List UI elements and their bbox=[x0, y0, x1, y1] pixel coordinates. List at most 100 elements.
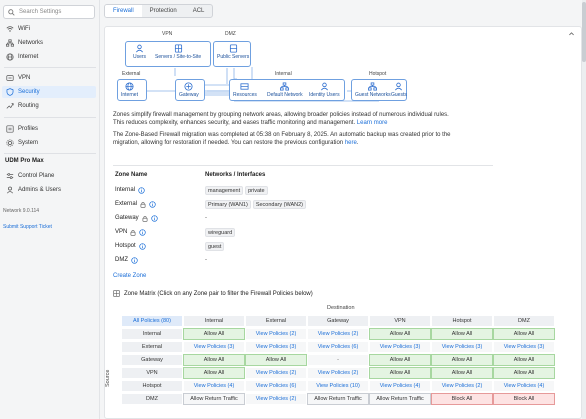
info-icon[interactable] bbox=[131, 256, 138, 264]
all-policies-button[interactable]: All Policies (80) bbox=[121, 315, 183, 327]
network-tag: management bbox=[205, 185, 244, 195]
matrix-cell-allow-all[interactable]: Allow All bbox=[493, 328, 555, 340]
sidebar-item-label: Internet bbox=[18, 54, 39, 60]
node-label: Guest Networks bbox=[355, 92, 391, 98]
zone-row[interactable]: DMZ - bbox=[115, 254, 495, 266]
zone-name-text: DMZ bbox=[115, 257, 128, 263]
create-zone-link[interactable]: Create Zone bbox=[113, 273, 146, 279]
matrix-row-header: DMZ bbox=[121, 393, 183, 405]
matrix-cell-allow-return[interactable]: Allow Return Traffic bbox=[369, 393, 431, 405]
sidebar-item-networks[interactable]: Networks bbox=[2, 37, 96, 49]
migration-text: The Zone-Based Firewall migration was co… bbox=[113, 131, 473, 147]
matrix-cell-view-policies[interactable]: View Policies (4) bbox=[369, 380, 431, 392]
matrix-cell-view-policies[interactable]: View Policies (10) bbox=[307, 380, 369, 392]
matrix-cell-block-all[interactable]: Block All bbox=[493, 393, 555, 405]
matrix-cell-allow-return[interactable]: Allow Return Traffic bbox=[307, 393, 369, 405]
matrix-column-header: External bbox=[245, 315, 307, 327]
destination-label: Destination bbox=[327, 305, 355, 311]
matrix-cell-view-policies[interactable]: View Policies (6) bbox=[307, 341, 369, 353]
zone-row[interactable]: VPN wireguard bbox=[115, 226, 495, 238]
node-label: Default Network bbox=[267, 92, 303, 98]
zone-row[interactable]: Hotspot guest bbox=[115, 240, 495, 252]
matrix-cell-allow-all[interactable]: Allow All bbox=[183, 367, 245, 379]
sidebar-item-label: Control Plane bbox=[18, 173, 55, 179]
info-icon[interactable] bbox=[151, 214, 158, 222]
matrix-cell-allow-all[interactable]: Allow All bbox=[245, 354, 307, 366]
sidebar-item-security[interactable]: Security bbox=[2, 86, 96, 98]
sidebar-item-profiles[interactable]: Profiles bbox=[2, 123, 96, 135]
sidebar-item-routing[interactable]: Routing bbox=[2, 100, 96, 112]
matrix-cell-allow-return[interactable]: Allow Return Traffic bbox=[183, 393, 245, 405]
restore-here-link[interactable]: here bbox=[345, 140, 357, 146]
search-input[interactable]: Search Settings bbox=[3, 5, 95, 19]
tab-firewall[interactable]: Firewall bbox=[105, 5, 142, 17]
support-ticket-link[interactable]: Submit Support Ticket bbox=[3, 224, 52, 230]
info-icon[interactable] bbox=[138, 186, 145, 194]
matrix-cell-allow-all[interactable]: Allow All bbox=[369, 354, 431, 366]
matrix-cell-allow-all[interactable]: Allow All bbox=[369, 367, 431, 379]
source-label: Source bbox=[105, 369, 111, 387]
scrollbar[interactable] bbox=[582, 0, 586, 419]
matrix-column-header: Internal bbox=[183, 315, 245, 327]
sidebar-item-label: Networks bbox=[18, 40, 44, 46]
matrix-cell-view-policies[interactable]: View Policies (2) bbox=[307, 328, 369, 340]
matrix-cell-view-policies[interactable]: View Policies (2) bbox=[245, 393, 307, 405]
matrix-cell-view-policies[interactable]: View Policies (3) bbox=[245, 341, 307, 353]
zone-name: Hotspot bbox=[115, 242, 205, 250]
intro-text: Zones simplify firewall management by gr… bbox=[113, 111, 473, 127]
zone-row[interactable]: External Primary (WAN1) Secondary (WAN2) bbox=[115, 198, 495, 210]
version-text: Network 9.0.114 bbox=[3, 208, 40, 214]
matrix-cell-allow-all[interactable]: Allow All bbox=[431, 328, 493, 340]
matrix-cell-view-policies[interactable]: View Policies (2) bbox=[245, 367, 307, 379]
matrix-cell-allow-all[interactable]: Allow All bbox=[493, 354, 555, 366]
matrix-cell-view-policies[interactable]: View Policies (3) bbox=[369, 341, 431, 353]
tab-acl[interactable]: ACL bbox=[185, 5, 213, 17]
info-icon[interactable] bbox=[149, 200, 156, 208]
matrix-cell-block-all[interactable]: Block All bbox=[431, 393, 493, 405]
matrix-cell-view-policies[interactable]: View Policies (4) bbox=[493, 380, 555, 392]
sidebar-item-wifi[interactable]: WiFi bbox=[2, 23, 96, 35]
sidebar-item-system[interactable]: System bbox=[2, 137, 96, 149]
sidebar: Search Settings WiFi Networks Internet V… bbox=[0, 0, 100, 419]
matrix-cell-allow-all[interactable]: Allow All bbox=[493, 367, 555, 379]
tab-protection[interactable]: Protection bbox=[142, 5, 185, 17]
matrix-cell-view-policies[interactable]: View Policies (2) bbox=[307, 367, 369, 379]
matrix-cell-view-policies[interactable]: View Policies (3) bbox=[493, 341, 555, 353]
matrix-cell-allow-all[interactable]: Allow All bbox=[431, 354, 493, 366]
node-label: Public Servers bbox=[217, 54, 250, 60]
zone-row[interactable]: Internal management private bbox=[115, 184, 495, 196]
learn-more-link[interactable]: Learn more bbox=[357, 120, 388, 126]
chevron-up-icon[interactable] bbox=[568, 30, 575, 37]
firewall-card: VPN DMZ External Internal Hotspot Users … bbox=[104, 26, 582, 419]
zone-networks: wireguard bbox=[205, 227, 236, 237]
matrix-cell-view-policies[interactable]: View Policies (3) bbox=[183, 341, 245, 353]
sidebar-item-control-plane[interactable]: Control Plane bbox=[2, 170, 96, 182]
matrix-title[interactable]: Zone Matrix (Click on any Zone pair to f… bbox=[113, 290, 313, 297]
matrix-cell-allow-all[interactable]: Allow All bbox=[183, 328, 245, 340]
sidebar-item-admins-users[interactable]: Admins & Users bbox=[2, 184, 96, 196]
diagram-hotspot-label: Hotspot bbox=[369, 71, 387, 77]
zone-networks: management private bbox=[205, 185, 268, 195]
matrix-cell-view-policies[interactable]: View Policies (4) bbox=[183, 380, 245, 392]
zone-row[interactable]: Gateway - bbox=[115, 212, 495, 224]
sidebar-item-vpn[interactable]: VPN bbox=[2, 72, 96, 84]
sidebar-item-internet[interactable]: Internet bbox=[2, 51, 96, 63]
matrix-cell-view-policies[interactable]: View Policies (2) bbox=[431, 380, 493, 392]
matrix-cell-allow-all[interactable]: Allow All bbox=[369, 328, 431, 340]
network-tag: guest bbox=[205, 241, 225, 251]
diagram-node-users: Users bbox=[133, 44, 146, 60]
matrix-cell-allow-all[interactable]: Allow All bbox=[431, 367, 493, 379]
matrix-cell-view-policies[interactable]: View Policies (6) bbox=[245, 380, 307, 392]
node-label: Servers / Site-to-Site bbox=[155, 54, 202, 60]
grid-icon bbox=[113, 290, 120, 297]
diagram-node-public-servers: Public Servers bbox=[217, 44, 249, 60]
matrix-cell-view-policies[interactable]: View Policies (3) bbox=[431, 341, 493, 353]
lock-icon bbox=[142, 215, 148, 222]
scrollbar-thumb[interactable] bbox=[582, 2, 586, 62]
info-icon[interactable] bbox=[139, 228, 146, 236]
info-icon[interactable] bbox=[139, 242, 146, 250]
matrix-cell-view-policies[interactable]: View Policies (2) bbox=[245, 328, 307, 340]
node-label: Identity Users bbox=[309, 92, 340, 98]
node-label: Resources bbox=[233, 92, 257, 98]
matrix-cell-allow-all[interactable]: Allow All bbox=[183, 354, 245, 366]
